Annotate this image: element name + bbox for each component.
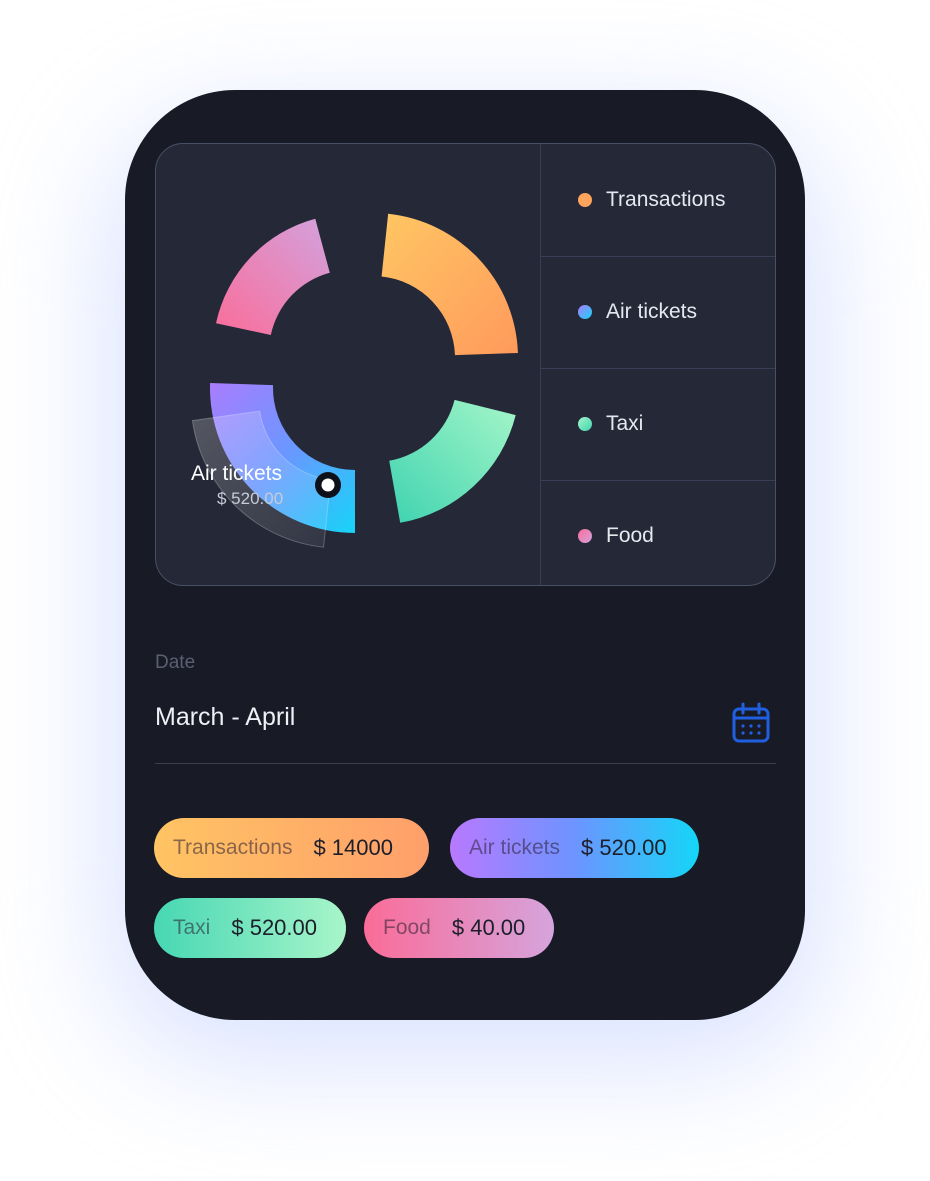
date-range-value[interactable]: March - April bbox=[155, 703, 295, 732]
legend-dot-taxi bbox=[578, 417, 592, 431]
chart-panel: Air tickets $ 520.00 Transactions Air ti… bbox=[155, 143, 776, 586]
expenses-card: Air tickets $ 520.00 Transactions Air ti… bbox=[125, 90, 805, 1020]
donut-chart: Air tickets $ 520.00 bbox=[191, 213, 518, 548]
legend-label: Transactions bbox=[606, 188, 726, 211]
pill-air-tickets[interactable]: Air tickets $ 520.00 bbox=[450, 818, 699, 878]
calendar-icon[interactable] bbox=[732, 702, 772, 746]
date-divider bbox=[155, 763, 776, 764]
legend-item-food[interactable]: Food bbox=[541, 480, 775, 585]
pill-transactions[interactable]: Transactions $ 14000 bbox=[154, 818, 429, 878]
pill-value: $ 40.00 bbox=[451, 915, 526, 940]
donut-segment-food[interactable] bbox=[216, 218, 330, 335]
legend-item-taxi[interactable]: Taxi bbox=[541, 368, 775, 481]
legend-dot-air-tickets bbox=[578, 305, 592, 319]
pill-value: $ 520.00 bbox=[581, 835, 667, 860]
donut-segment-taxi[interactable] bbox=[389, 399, 516, 523]
pill-label: Taxi bbox=[173, 916, 211, 939]
selected-marker-dot bbox=[321, 478, 335, 492]
pill-label: Transactions bbox=[173, 836, 293, 859]
legend-dot-food bbox=[578, 529, 592, 543]
pill-label: Food bbox=[383, 916, 431, 939]
chart-legend: Transactions Air tickets Taxi Food bbox=[540, 144, 775, 585]
pill-label: Air tickets bbox=[469, 836, 561, 859]
date-label: Date bbox=[155, 652, 196, 673]
legend-dot-transactions bbox=[578, 193, 592, 207]
pill-taxi[interactable]: Taxi $ 520.00 bbox=[154, 898, 346, 958]
pill-food[interactable]: Food $ 40.00 bbox=[364, 898, 554, 958]
legend-label: Taxi bbox=[606, 412, 644, 435]
legend-item-air-tickets[interactable]: Air tickets bbox=[541, 256, 775, 369]
donut-segment-transactions[interactable] bbox=[381, 213, 518, 356]
legend-item-transactions[interactable]: Transactions bbox=[541, 144, 775, 257]
legend-label: Air tickets bbox=[606, 300, 698, 323]
pill-value: $ 520.00 bbox=[231, 915, 317, 940]
legend-label: Food bbox=[606, 524, 654, 547]
tooltip-label: Air tickets bbox=[191, 462, 282, 485]
pill-value: $ 14000 bbox=[313, 835, 393, 860]
tooltip-value: $ 520.00 bbox=[217, 489, 283, 508]
